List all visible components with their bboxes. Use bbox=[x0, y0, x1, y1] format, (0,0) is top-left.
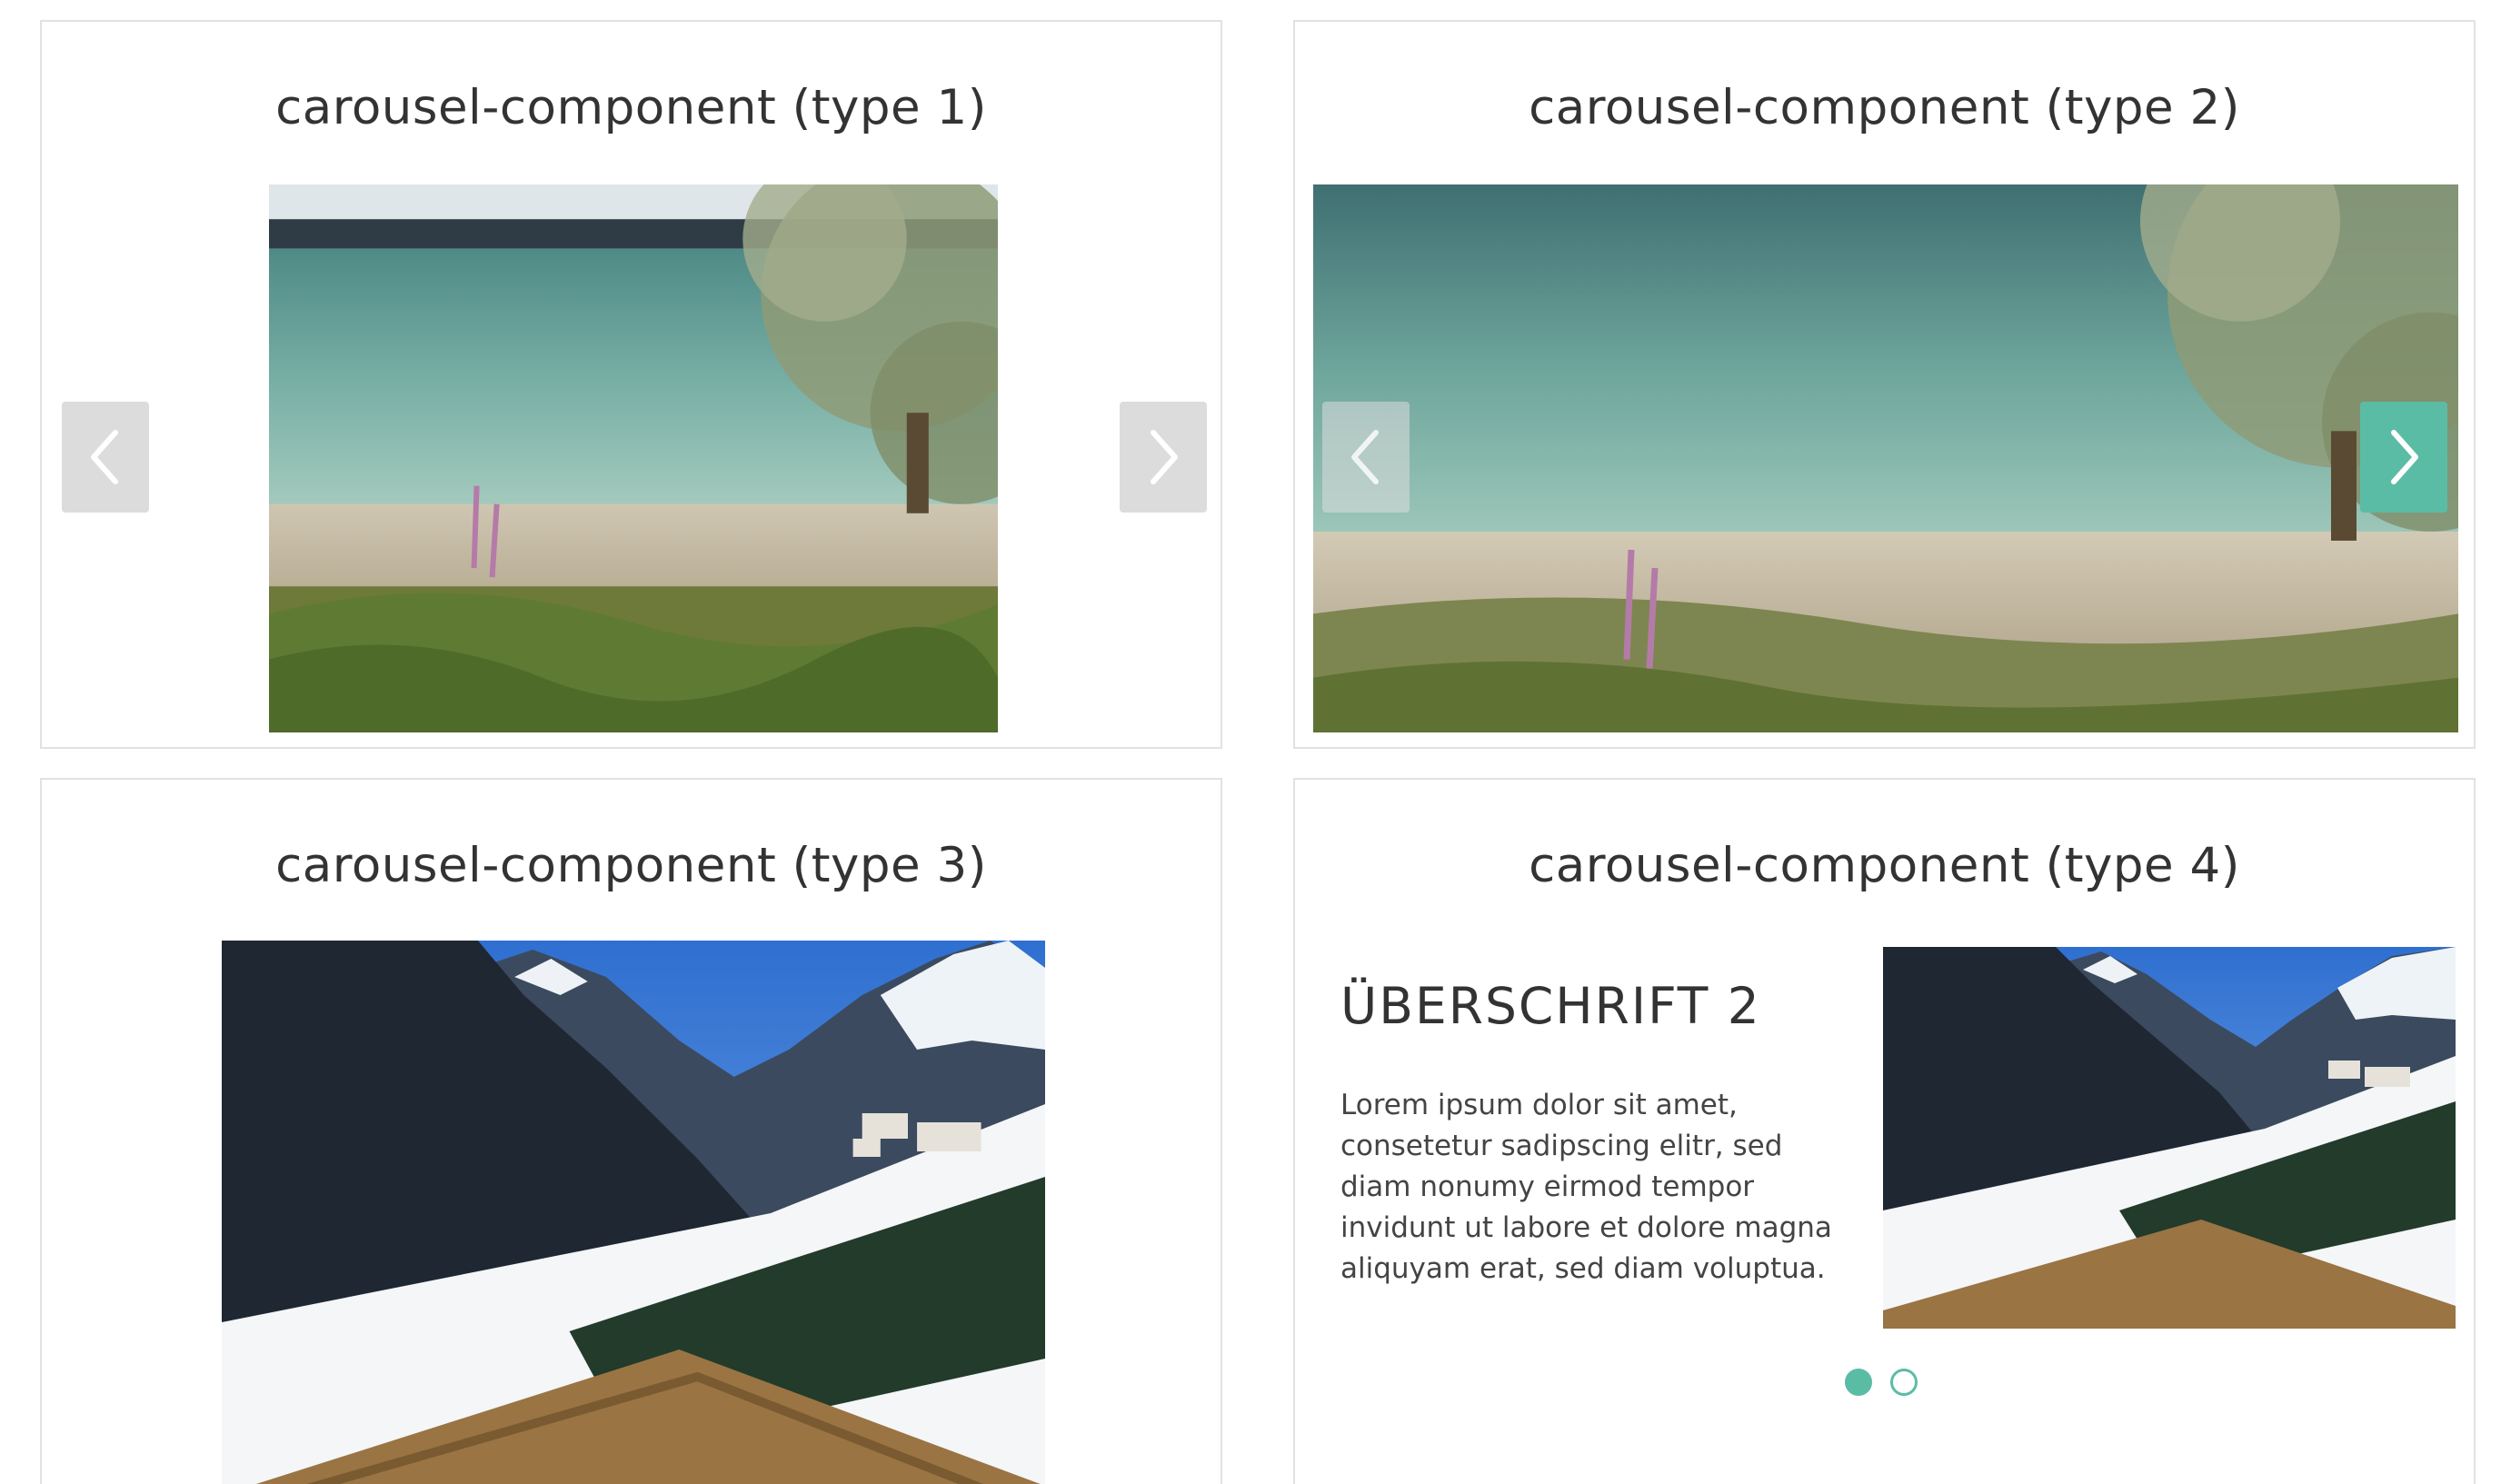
next-button[interactable] bbox=[1120, 402, 1207, 513]
slide-text: Lorem ipsum dolor sit amet, consetetur s… bbox=[1340, 1089, 1832, 1285]
prev-button[interactable] bbox=[62, 402, 149, 513]
carousel-card-type-2: carousel-component (type 2) bbox=[1293, 20, 2476, 749]
chevron-right-icon bbox=[2391, 430, 2418, 484]
card-title: carousel-component (type 4) bbox=[1529, 838, 2240, 893]
chevron-left-icon bbox=[91, 430, 118, 484]
carousel-card-type-1: carousel-component (type 1) bbox=[40, 20, 1222, 749]
carousel-card-type-4: carousel-component (type 4) ÜBERSCHRIFT … bbox=[1293, 778, 2476, 1484]
carousel-dot-2[interactable] bbox=[1890, 1369, 1918, 1396]
prev-button[interactable] bbox=[1322, 402, 1410, 513]
card-title: carousel-component (type 1) bbox=[275, 80, 987, 135]
carousel-dot-1[interactable] bbox=[1845, 1369, 1872, 1396]
carousel-dots bbox=[1845, 1369, 1918, 1396]
card-title: carousel-component (type 2) bbox=[1529, 80, 2240, 135]
slide-image-lake bbox=[269, 184, 998, 732]
carousel-card-type-3: carousel-component (type 3) bbox=[40, 778, 1222, 1484]
slide-image-lake bbox=[1313, 184, 2458, 732]
chevron-right-icon bbox=[1151, 430, 1178, 484]
next-button[interactable] bbox=[2360, 402, 2447, 513]
slide-heading: ÜBERSCHRIFT 2 bbox=[1340, 977, 1761, 1035]
chevron-left-icon bbox=[1351, 430, 1379, 484]
slide-image-mountain bbox=[1883, 947, 2456, 1329]
card-title: carousel-component (type 3) bbox=[275, 838, 987, 893]
page: carousel-component (type 1) carousel-com… bbox=[0, 0, 2511, 1484]
slide-image-mountain bbox=[222, 941, 1045, 1484]
